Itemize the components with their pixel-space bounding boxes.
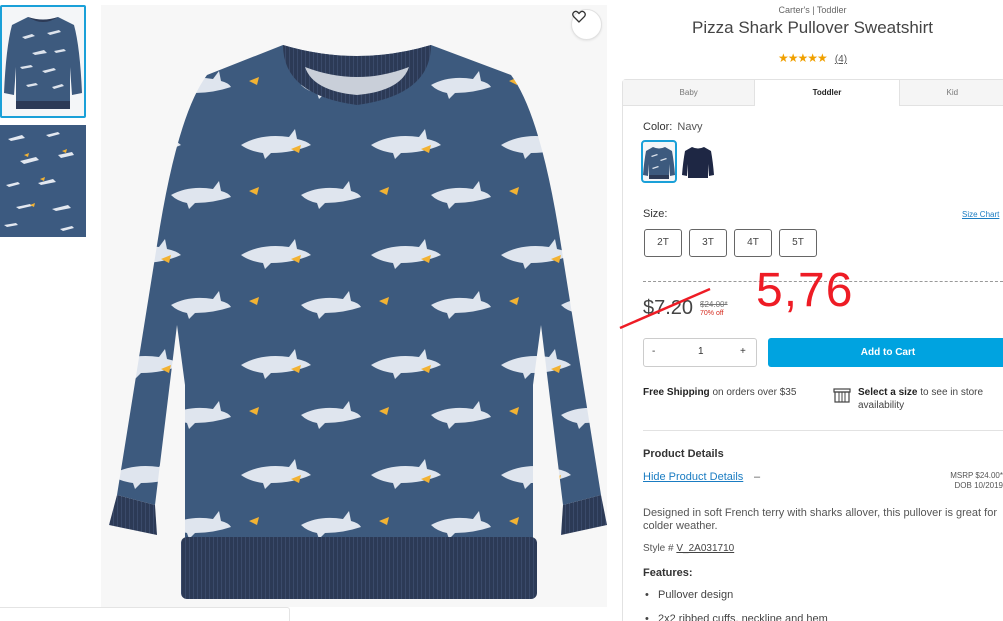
- rating: ★★★★★ (4): [622, 51, 1003, 65]
- dob-value: DOB 10/2019: [954, 481, 1003, 490]
- store-icon: [833, 388, 851, 403]
- add-to-cart-button[interactable]: Add to Cart: [768, 338, 1003, 367]
- size-5t-button[interactable]: 5T: [779, 229, 817, 257]
- features-heading: Features:: [643, 567, 693, 579]
- size-chart-link[interactable]: Size Chart: [962, 210, 999, 219]
- hide-product-details-link[interactable]: Hide Product Details: [643, 471, 743, 483]
- percent-off: 70% off: [700, 310, 724, 317]
- product-details-heading: Product Details: [643, 448, 724, 460]
- tab-baby[interactable]: Baby: [623, 80, 756, 106]
- handwritten-price-annotation: 5,76: [756, 264, 854, 317]
- style-id: V_2A031710: [676, 543, 735, 554]
- size-3t-button[interactable]: 3T: [689, 229, 727, 257]
- sweatshirt-illustration: [109, 45, 607, 599]
- quantity-stepper: - 1 +: [643, 338, 757, 367]
- star-rating: ★★★★★: [777, 51, 828, 65]
- age-tabs: Baby Toddler Kid: [623, 80, 1003, 106]
- color-value: Navy: [677, 121, 703, 133]
- original-price: $24.00*: [700, 300, 728, 309]
- quantity-increase-button[interactable]: +: [740, 346, 746, 357]
- quantity-input[interactable]: 1: [698, 346, 704, 357]
- size-2t-button[interactable]: 2T: [644, 229, 682, 257]
- brand-line: Carter's | Toddler: [778, 5, 847, 15]
- shipping-rest: on orders over $35: [709, 387, 797, 398]
- thumbnail-detail[interactable]: [0, 125, 86, 237]
- color-label: Color: Navy: [643, 121, 702, 133]
- product-title: Pizza Shark Pullover Sweatshirt: [692, 18, 933, 37]
- thumbnail-front[interactable]: [0, 5, 86, 118]
- tab-kid[interactable]: Kid: [898, 80, 1003, 106]
- store-availability: Select a size to see in store availabili…: [858, 386, 1003, 412]
- shipping-info: Free Shipping on orders over $35: [643, 386, 808, 399]
- bottom-panel-edge: [0, 607, 290, 621]
- style-number: Style # V_2A031710: [643, 543, 734, 554]
- size-4t-button[interactable]: 4T: [734, 229, 772, 257]
- style-label: Style #: [643, 543, 674, 554]
- msrp-info: MSRP $24.00* DOB 10/2019: [900, 471, 1003, 491]
- size-label: Size:: [643, 208, 668, 220]
- store-bold: Select a size: [858, 387, 918, 398]
- collapse-dash[interactable]: –: [754, 471, 760, 483]
- shipping-bold: Free Shipping: [643, 387, 710, 398]
- tab-toddler[interactable]: Toddler: [755, 80, 899, 106]
- review-count-link[interactable]: (4): [835, 54, 847, 65]
- wishlist-button[interactable]: [571, 9, 602, 40]
- msrp-value: MSRP $24.00*: [950, 471, 1003, 480]
- details-divider: [643, 430, 1003, 431]
- swatch-shark-print[interactable]: [641, 140, 677, 183]
- product-main-image: [101, 5, 607, 607]
- list-item: 2x2 ribbed cuffs, neckline and hem: [643, 613, 828, 621]
- quantity-decrease-button[interactable]: -: [652, 346, 655, 357]
- features-list: Pullover design 2x2 ribbed cuffs, neckli…: [643, 589, 828, 621]
- list-item: Pullover design: [643, 589, 828, 613]
- swatch-solid-navy[interactable]: [680, 140, 716, 183]
- color-label-text: Color:: [643, 121, 673, 133]
- heart-icon: [572, 10, 586, 23]
- product-description: Designed in soft French terry with shark…: [643, 507, 997, 532]
